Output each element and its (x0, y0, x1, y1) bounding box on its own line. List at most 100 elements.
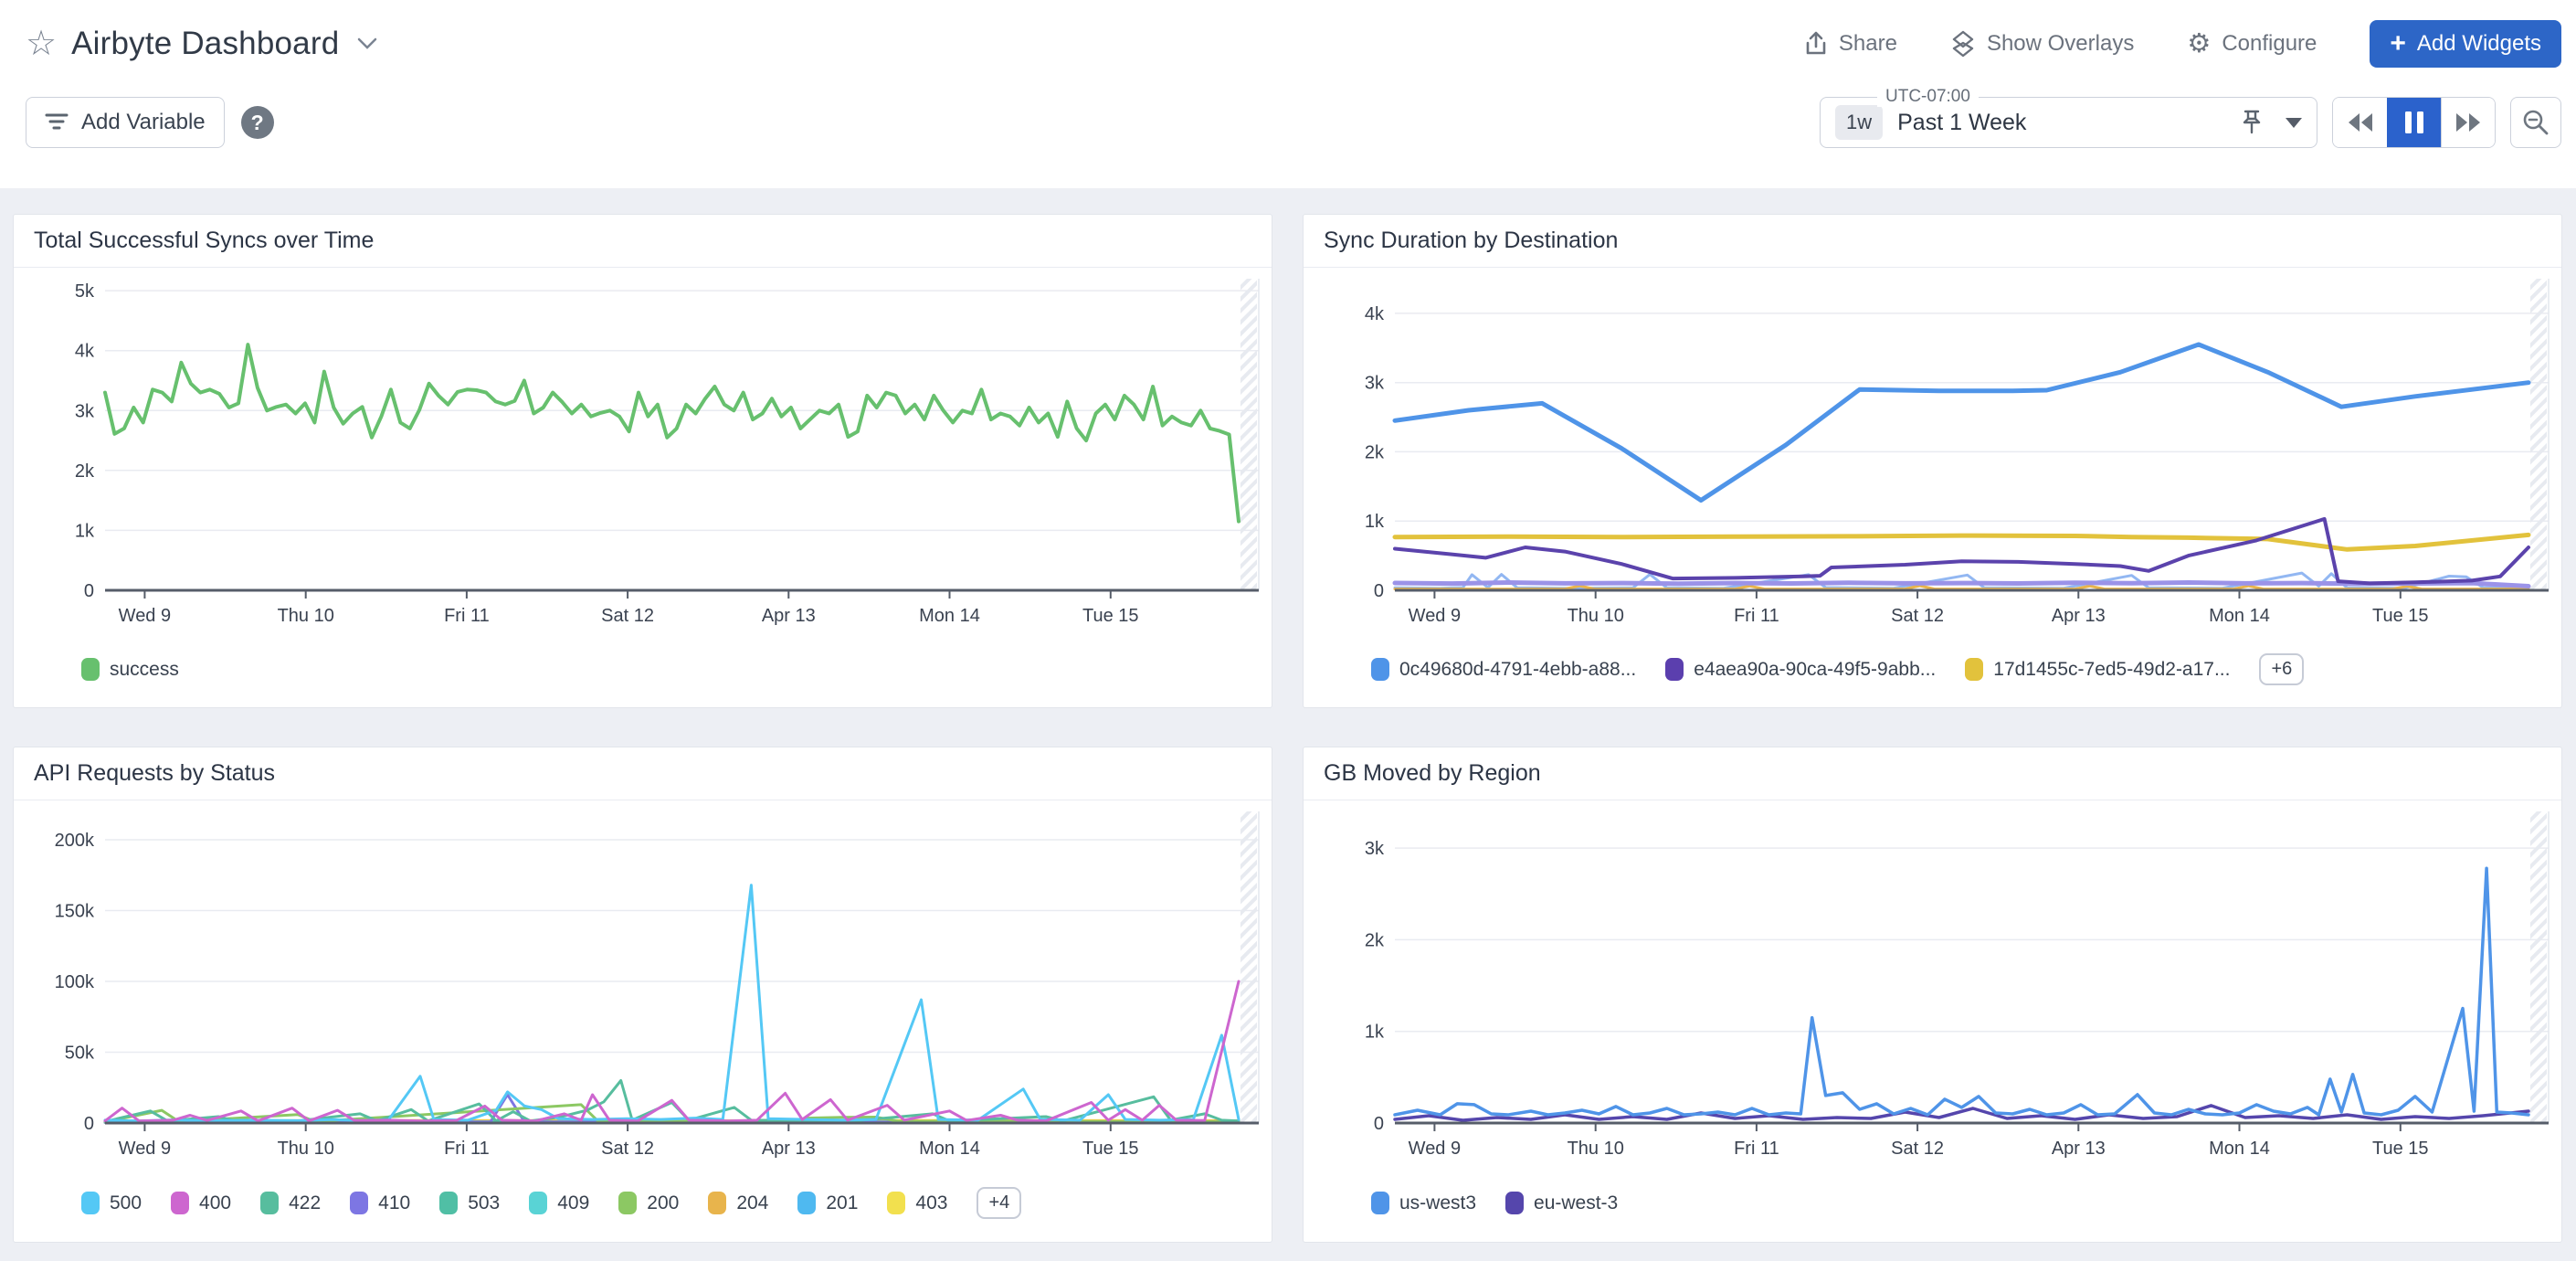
legend-item[interactable]: 403 (887, 1192, 947, 1214)
legend-label: us-west3 (1399, 1192, 1476, 1214)
chart-plot-area[interactable]: 4k3k2k1k0Wed 9Thu 10Fri 11Sat 12Apr 13Mo… (1304, 268, 2561, 631)
chart-legend: 0c49680d-4791-4ebb-a88... e4aea90a-90ca-4… (1304, 631, 2561, 707)
time-range-chip[interactable]: 1w (1835, 105, 1883, 140)
legend-item[interactable]: 201 (797, 1192, 858, 1214)
chart-plot-area[interactable]: 5k4k3k2k1k0Wed 9Thu 10Fri 11Sat 12Apr 13… (14, 268, 1272, 631)
legend-color-chip (439, 1192, 458, 1214)
svg-text:Apr 13: Apr 13 (2052, 606, 2106, 626)
widget-api-requests: API Requests by Status 200k150k100k50k0W… (13, 747, 1272, 1243)
time-dropdown-caret-icon[interactable] (2286, 118, 2302, 128)
widget-title[interactable]: GB Moved by Region (1304, 747, 2561, 800)
widget-title[interactable]: Total Successful Syncs over Time (14, 215, 1272, 268)
legend-color-chip (1665, 658, 1684, 681)
gear-icon: ⚙ (2187, 31, 2211, 58)
legend-item[interactable]: 0c49680d-4791-4ebb-a88... (1371, 658, 1636, 681)
add-variable-button[interactable]: Add Variable (26, 97, 225, 148)
chart-svg: 5k4k3k2k1k0Wed 9Thu 10Fri 11Sat 12Apr 13… (14, 268, 1272, 631)
add-widgets-button[interactable]: + Add Widgets (2370, 20, 2561, 68)
legend-label: 200 (647, 1192, 679, 1214)
widget-title[interactable]: API Requests by Status (14, 747, 1272, 800)
pin-icon[interactable] (2240, 109, 2264, 136)
legend-color-chip (887, 1192, 905, 1214)
legend-overflow-button[interactable]: +6 (2259, 653, 2304, 685)
legend-item[interactable]: 400 (171, 1192, 231, 1214)
share-button[interactable]: Share (1804, 31, 1897, 57)
filter-icon (45, 112, 69, 132)
legend-color-chip (350, 1192, 368, 1214)
svg-text:Mon 14: Mon 14 (919, 606, 980, 626)
svg-text:Wed 9: Wed 9 (119, 1139, 171, 1159)
rewind-button[interactable] (2333, 98, 2387, 147)
svg-text:Sat 12: Sat 12 (1891, 606, 1944, 626)
zoom-out-button[interactable] (2510, 97, 2561, 148)
title-chevron-down-icon[interactable] (357, 37, 377, 50)
legend-item[interactable]: 503 (439, 1192, 500, 1214)
favorite-star-icon[interactable]: ☆ (26, 26, 57, 61)
pause-button[interactable] (2387, 98, 2441, 147)
legend-item[interactable]: success (81, 658, 179, 681)
legend-item[interactable]: 409 (529, 1192, 589, 1214)
share-label: Share (1839, 31, 1897, 57)
legend-color-chip (1371, 1192, 1389, 1214)
svg-text:1k: 1k (75, 521, 95, 541)
time-controls: UTC-07:00 1w Past 1 Week (1820, 97, 2561, 148)
configure-button[interactable]: ⚙ Configure (2187, 31, 2317, 58)
svg-text:Sat 12: Sat 12 (601, 606, 654, 626)
legend-item[interactable]: 204 (708, 1192, 768, 1214)
legend-item[interactable]: eu-west-3 (1505, 1192, 1618, 1214)
widget-title[interactable]: Sync Duration by Destination (1304, 215, 2561, 268)
legend-label: 204 (736, 1192, 768, 1214)
svg-text:Mon 14: Mon 14 (919, 1139, 980, 1159)
svg-text:0: 0 (84, 1114, 94, 1134)
header-row: ☆ Airbyte Dashboard Share Show Overlays … (26, 15, 2561, 73)
dashboard-header: ☆ Airbyte Dashboard Share Show Overlays … (0, 0, 2576, 188)
fast-forward-button[interactable] (2441, 98, 2495, 147)
chart-plot-area[interactable]: 200k150k100k50k0Wed 9Thu 10Fri 11Sat 12A… (14, 800, 1272, 1164)
svg-text:0: 0 (84, 581, 94, 601)
time-range-picker[interactable]: UTC-07:00 1w Past 1 Week (1820, 97, 2317, 148)
svg-text:Tue 15: Tue 15 (2372, 1139, 2429, 1159)
legend-overflow-button[interactable]: +4 (977, 1187, 1021, 1219)
legend-label: eu-west-3 (1534, 1192, 1618, 1214)
legend-color-chip (1505, 1192, 1524, 1214)
svg-text:Apr 13: Apr 13 (762, 606, 816, 626)
legend-item[interactable]: 410 (350, 1192, 410, 1214)
svg-text:Tue 15: Tue 15 (1082, 606, 1139, 626)
help-button[interactable]: ? (241, 106, 274, 139)
svg-text:Fri 11: Fri 11 (1734, 1139, 1779, 1159)
svg-text:Sat 12: Sat 12 (601, 1139, 654, 1159)
legend-item[interactable]: e4aea90a-90ca-49f5-9abb... (1665, 658, 1936, 681)
chart-svg: 3k2k1k0Wed 9Thu 10Fri 11Sat 12Apr 13Mon … (1304, 800, 2561, 1164)
configure-label: Configure (2222, 31, 2317, 57)
legend-color-chip (81, 658, 100, 681)
dashboard-title-group[interactable]: ☆ Airbyte Dashboard (26, 26, 377, 62)
legend-label: 201 (826, 1192, 858, 1214)
pause-icon (2404, 111, 2424, 134)
legend-label: 400 (199, 1192, 231, 1214)
svg-text:5k: 5k (75, 281, 95, 302)
svg-text:3k: 3k (1365, 839, 1385, 859)
chart-svg: 4k3k2k1k0Wed 9Thu 10Fri 11Sat 12Apr 13Mo… (1304, 268, 2561, 631)
fast-forward-icon (2455, 111, 2482, 133)
legend-item[interactable]: 17d1455c-7ed5-49d2-a17... (1965, 658, 2230, 681)
svg-text:Sat 12: Sat 12 (1891, 1139, 1944, 1159)
chart-plot-area[interactable]: 3k2k1k0Wed 9Thu 10Fri 11Sat 12Apr 13Mon … (1304, 800, 2561, 1164)
svg-text:3k: 3k (75, 401, 95, 421)
svg-text:150k: 150k (55, 902, 95, 922)
legend-label: 503 (468, 1192, 500, 1214)
add-widgets-label: Add Widgets (2417, 31, 2541, 57)
svg-text:Fri 11: Fri 11 (444, 1139, 490, 1159)
legend-item[interactable]: 500 (81, 1192, 142, 1214)
svg-text:2k: 2k (1365, 442, 1385, 462)
svg-text:4k: 4k (1365, 304, 1385, 324)
legend-label: 409 (557, 1192, 589, 1214)
legend-item[interactable]: 422 (260, 1192, 321, 1214)
legend-color-chip (171, 1192, 189, 1214)
svg-text:0: 0 (1374, 1114, 1384, 1134)
rewind-icon (2347, 111, 2374, 133)
widget-total-successful-syncs: Total Successful Syncs over Time 5k4k3k2… (13, 214, 1272, 708)
legend-item[interactable]: us-west3 (1371, 1192, 1476, 1214)
legend-item[interactable]: 200 (618, 1192, 679, 1214)
show-overlays-button[interactable]: Show Overlays (1950, 30, 2134, 58)
show-overlays-label: Show Overlays (1987, 31, 2134, 57)
